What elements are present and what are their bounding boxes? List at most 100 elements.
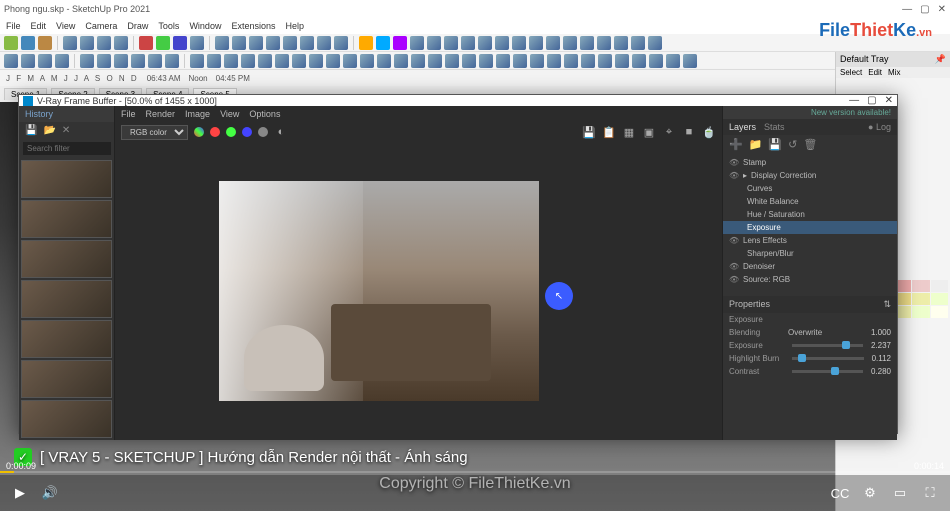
layer-stamp[interactable]: Stamp [743, 158, 766, 167]
layer-denoiser[interactable]: Denoiser [743, 262, 775, 271]
history-thumb[interactable] [21, 160, 112, 198]
color-swatch[interactable] [912, 293, 930, 305]
vfb-menu-view[interactable]: View [220, 109, 239, 119]
history-load-icon[interactable]: 📂 [43, 125, 55, 136]
prop-highlight-value[interactable]: 0.112 [872, 354, 891, 363]
tool-icon[interactable] [207, 54, 221, 68]
tool-icon[interactable] [513, 54, 527, 68]
layer-display-correction[interactable]: Display Correction [751, 171, 816, 180]
tool-icon[interactable] [114, 36, 128, 50]
volume-icon[interactable]: 🔊 [42, 485, 58, 501]
menu-file[interactable]: File [6, 21, 21, 31]
tool-icon[interactable] [530, 54, 544, 68]
tool-icon[interactable] [114, 54, 128, 68]
tool-icon[interactable] [683, 54, 697, 68]
vfb-menu-file[interactable]: File [121, 109, 136, 119]
tool-icon[interactable] [666, 54, 680, 68]
prop-blending-value[interactable]: Overwrite [788, 328, 822, 337]
eye-icon[interactable]: 👁 [729, 171, 739, 180]
copy-icon[interactable]: 📋 [602, 125, 616, 139]
menu-help[interactable]: Help [285, 21, 304, 31]
tool-icon[interactable] [139, 36, 153, 50]
menu-draw[interactable]: Draw [127, 21, 148, 31]
history-thumb[interactable] [21, 400, 112, 438]
channel-rgb-icon[interactable] [194, 127, 204, 137]
channel-green-icon[interactable] [226, 127, 236, 137]
tool-icon[interactable] [97, 54, 111, 68]
tool-icon[interactable] [597, 36, 611, 50]
tool-icon[interactable] [4, 54, 18, 68]
tool-icon[interactable] [478, 36, 492, 50]
tool-icon[interactable] [343, 54, 357, 68]
tool-icon[interactable] [173, 36, 187, 50]
menu-camera[interactable]: Camera [85, 21, 117, 31]
history-search-input[interactable] [23, 142, 111, 155]
layer-hue-saturation[interactable]: Hue / Saturation [747, 210, 805, 219]
color-swatch[interactable] [931, 306, 949, 318]
tool-icon[interactable] [649, 54, 663, 68]
mono-icon[interactable]: ◐ [274, 125, 288, 139]
video-progress-bar[interactable] [0, 471, 950, 473]
render-icon[interactable]: 🍵 [702, 125, 716, 139]
tool-icon[interactable] [38, 54, 52, 68]
tool-icon[interactable] [326, 54, 340, 68]
history-save-icon[interactable]: 💾 [25, 125, 37, 136]
region-icon[interactable]: ▣ [642, 125, 656, 139]
tool-icon[interactable] [232, 36, 246, 50]
vfb-render-canvas[interactable]: ↖ [115, 142, 722, 440]
tab-layers[interactable]: Layers [729, 122, 756, 132]
tool-icon[interactable] [156, 36, 170, 50]
tool-icon[interactable] [614, 36, 628, 50]
channel-alpha-icon[interactable] [258, 127, 268, 137]
channel-blue-icon[interactable] [242, 127, 252, 137]
history-delete-icon[interactable]: ✕ [62, 125, 70, 136]
save-icon[interactable]: 💾 [582, 125, 596, 139]
layer-delete-icon[interactable]: 🗑 [803, 138, 817, 151]
history-thumb[interactable] [21, 240, 112, 278]
tool-icon[interactable] [360, 54, 374, 68]
tool-icon[interactable] [428, 54, 442, 68]
tool-icon[interactable] [224, 54, 238, 68]
tool-icon[interactable] [580, 36, 594, 50]
tool-icon[interactable] [300, 36, 314, 50]
vfb-menu-image[interactable]: Image [185, 109, 210, 119]
tool-icon[interactable] [148, 54, 162, 68]
tab-stats[interactable]: Stats [764, 122, 785, 132]
tool-icon[interactable] [394, 54, 408, 68]
eye-icon[interactable]: 👁 [729, 275, 739, 284]
menu-window[interactable]: Window [189, 21, 221, 31]
tool-icon[interactable] [80, 36, 94, 50]
tool-icon[interactable] [334, 36, 348, 50]
layer-save-icon[interactable]: 💾 [768, 138, 782, 151]
tool-icon[interactable] [512, 36, 526, 50]
tray-tab-mix[interactable]: Mix [888, 68, 900, 77]
tool-icon[interactable] [529, 36, 543, 50]
tool-icon[interactable] [21, 36, 35, 50]
layer-folder-icon[interactable]: 📁 [749, 138, 763, 151]
prop-blending-num[interactable]: 1.000 [871, 328, 891, 337]
tool-icon[interactable] [317, 36, 331, 50]
tool-icon[interactable] [283, 36, 297, 50]
menu-view[interactable]: View [56, 21, 75, 31]
props-toggle-icon[interactable]: ⇅ [883, 299, 891, 310]
tool-icon[interactable] [564, 54, 578, 68]
color-swatch[interactable] [931, 293, 949, 305]
tool-icon[interactable] [479, 54, 493, 68]
tool-icon[interactable] [615, 54, 629, 68]
settings-icon[interactable]: ⚙ [862, 485, 878, 501]
menu-tools[interactable]: Tools [158, 21, 179, 31]
tool-icon[interactable] [581, 54, 595, 68]
tool-icon[interactable] [563, 36, 577, 50]
history-thumb[interactable] [21, 320, 112, 358]
layer-add-icon[interactable]: ➕ [729, 138, 743, 151]
tool-icon[interactable] [97, 36, 111, 50]
eye-icon[interactable]: 👁 [729, 158, 739, 167]
tool-icon[interactable] [215, 36, 229, 50]
history-thumb[interactable] [21, 200, 112, 238]
layer-sharpen[interactable]: Sharpen/Blur [747, 249, 794, 258]
tool-icon[interactable] [444, 36, 458, 50]
prop-contrast-value[interactable]: 0.280 [871, 367, 891, 376]
stop-icon[interactable]: ■ [682, 125, 696, 139]
tool-icon[interactable] [377, 54, 391, 68]
compare-icon[interactable]: ▦ [622, 125, 636, 139]
